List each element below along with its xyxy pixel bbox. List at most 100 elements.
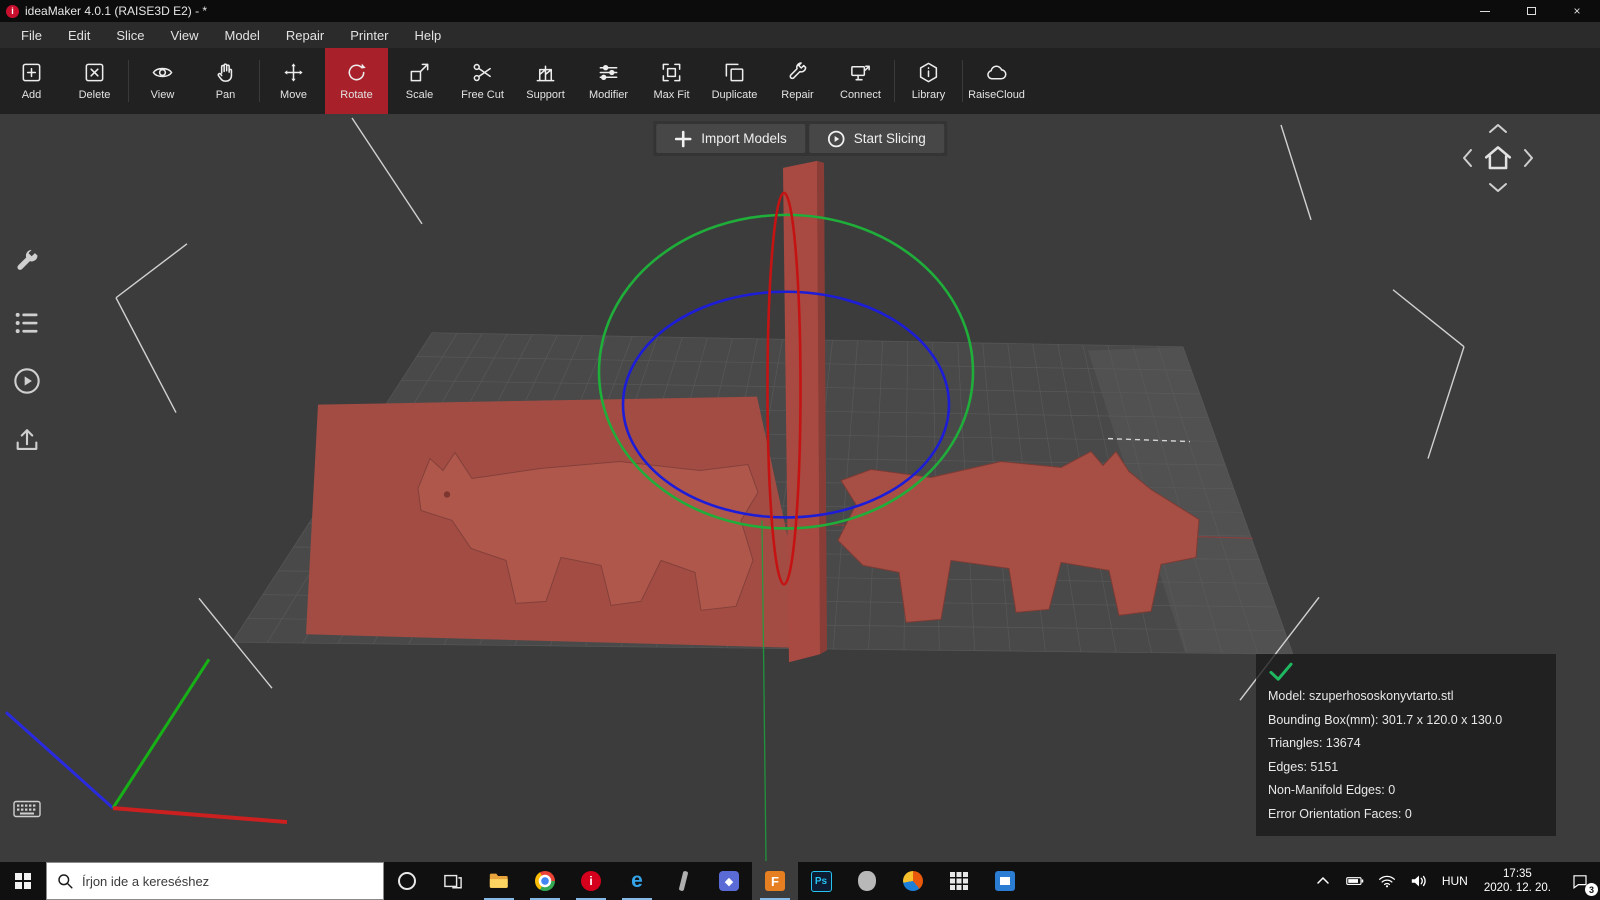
tool-label: Pan (216, 89, 236, 101)
tool-support[interactable]: Support (514, 48, 577, 114)
system-tray: HUN 17:35 2020. 12. 20. 3 (1307, 862, 1600, 900)
menu-view[interactable]: View (158, 22, 212, 48)
toolbar-separator (259, 60, 260, 102)
menu-help[interactable]: Help (402, 22, 455, 48)
virtual-keyboard-button[interactable] (10, 792, 44, 826)
menu-printer[interactable]: Printer (337, 22, 401, 48)
clock[interactable]: 17:35 2020. 12. 20. (1475, 862, 1560, 900)
active-app-button[interactable]: F (752, 862, 798, 900)
menu-slice[interactable]: Slice (103, 22, 157, 48)
wrench-icon (786, 61, 809, 84)
tray-expand-button[interactable] (1307, 862, 1339, 900)
model-list-button[interactable] (10, 306, 44, 340)
tool-duplicate[interactable]: Duplicate (703, 48, 766, 114)
task-view-button[interactable] (430, 862, 476, 900)
tool-rotate[interactable]: Rotate (325, 48, 388, 114)
tool-label: Max Fit (653, 89, 689, 101)
menu-repair[interactable]: Repair (273, 22, 337, 48)
tool-repair[interactable]: Repair (766, 48, 829, 114)
tool-label: Delete (79, 89, 111, 101)
menu-edit[interactable]: Edit (55, 22, 103, 48)
tool-raisecloud[interactable]: RaiseCloud (965, 48, 1028, 114)
tool-label: Library (912, 89, 946, 101)
upload-button[interactable] (10, 422, 44, 456)
tool-label: RaiseCloud (968, 89, 1025, 101)
taskbar-app-13-button[interactable] (936, 862, 982, 900)
search-input[interactable] (82, 874, 373, 889)
model-ok-check-icon (1268, 660, 1544, 685)
scissors-icon (471, 61, 494, 84)
printer-settings-button[interactable] (10, 245, 44, 279)
tool-library[interactable]: Library (897, 48, 960, 114)
action-center-button[interactable]: 3 (1560, 862, 1600, 900)
close-button[interactable]: × (1554, 0, 1600, 22)
tool-scale[interactable]: Scale (388, 48, 451, 114)
viewport-3d[interactable]: Import Models Start Slicing Model: szup (0, 114, 1600, 862)
menu-model[interactable]: Model (212, 22, 273, 48)
hand-icon (214, 61, 237, 84)
ideamaker-taskbar-button[interactable]: i (568, 862, 614, 900)
start-slicing-button[interactable]: Start Slicing (809, 124, 944, 153)
battery-status[interactable] (1339, 862, 1371, 900)
taskbar-app-14-button[interactable] (982, 862, 1028, 900)
ideamaker-app-icon: i (6, 5, 19, 18)
language-indicator[interactable]: HUN (1435, 862, 1475, 900)
file-explorer-icon (488, 870, 510, 892)
info-non-manifold: Non-Manifold Edges: 0 (1268, 779, 1544, 803)
battery-icon (1346, 873, 1364, 889)
delete-icon (83, 61, 106, 84)
move-icon (282, 61, 305, 84)
max-fit-icon (660, 61, 683, 84)
nav-left-button[interactable] (1461, 148, 1473, 173)
tool-max-fit[interactable]: Max Fit (640, 48, 703, 114)
maximize-button[interactable] (1508, 0, 1554, 22)
taskbar-search[interactable] (46, 862, 384, 900)
model-info-panel: Model: szuperhososkonyvtarto.stl Boundin… (1256, 654, 1556, 836)
tool-view[interactable]: View (131, 48, 194, 114)
clock-time: 17:35 (1503, 867, 1532, 881)
search-icon (57, 873, 73, 889)
library-icon (917, 61, 940, 84)
preview-play-button[interactable] (10, 364, 44, 398)
photoshop-button[interactable]: Ps (798, 862, 844, 900)
chrome-button[interactable] (522, 862, 568, 900)
taskbar-app-7-button[interactable] (660, 862, 706, 900)
tool-connect[interactable]: Connect (829, 48, 892, 114)
taskbar-app-12-button[interactable] (890, 862, 936, 900)
info-error-faces: Error Orientation Faces: 0 (1268, 803, 1544, 827)
minimize-button[interactable] (1462, 0, 1508, 22)
plus-icon (674, 130, 692, 148)
tool-delete[interactable]: Delete (63, 48, 126, 114)
swirl-app-icon (903, 871, 923, 891)
play-circle-icon (13, 367, 41, 395)
model-hero-eye (444, 491, 450, 497)
tool-pan[interactable]: Pan (194, 48, 257, 114)
gray-apple-icon (858, 871, 876, 891)
import-models-button[interactable]: Import Models (656, 124, 805, 153)
menu-file[interactable]: File (8, 22, 55, 48)
tool-add[interactable]: Add (0, 48, 63, 114)
connect-icon (849, 61, 872, 84)
home-view-button[interactable] (1483, 144, 1513, 177)
wifi-status[interactable] (1371, 862, 1403, 900)
nav-right-button[interactable] (1523, 148, 1535, 173)
main-toolbar: Add Delete View Pan Move Rotate Scale Fr… (0, 48, 1600, 114)
tool-move[interactable]: Move (262, 48, 325, 114)
orange-f-app-icon: F (765, 871, 785, 891)
clock-date: 2020. 12. 20. (1484, 881, 1551, 895)
edge-button[interactable]: e (614, 862, 660, 900)
file-explorer-button[interactable] (476, 862, 522, 900)
taskbar-app-8-button[interactable]: ◆ (706, 862, 752, 900)
nav-down-button[interactable] (1488, 181, 1508, 199)
tool-label: Scale (406, 89, 434, 101)
tool-free-cut[interactable]: Free Cut (451, 48, 514, 114)
tool-modifier[interactable]: Modifier (577, 48, 640, 114)
volume-status[interactable] (1403, 862, 1435, 900)
cortana-button[interactable] (384, 862, 430, 900)
start-button[interactable] (0, 862, 46, 900)
taskbar-app-11-button[interactable] (844, 862, 890, 900)
support-icon (534, 61, 557, 84)
menu-bar: File Edit Slice View Model Repair Printe… (0, 22, 1600, 48)
nav-up-button[interactable] (1488, 121, 1508, 139)
speaker-icon (1410, 873, 1428, 889)
